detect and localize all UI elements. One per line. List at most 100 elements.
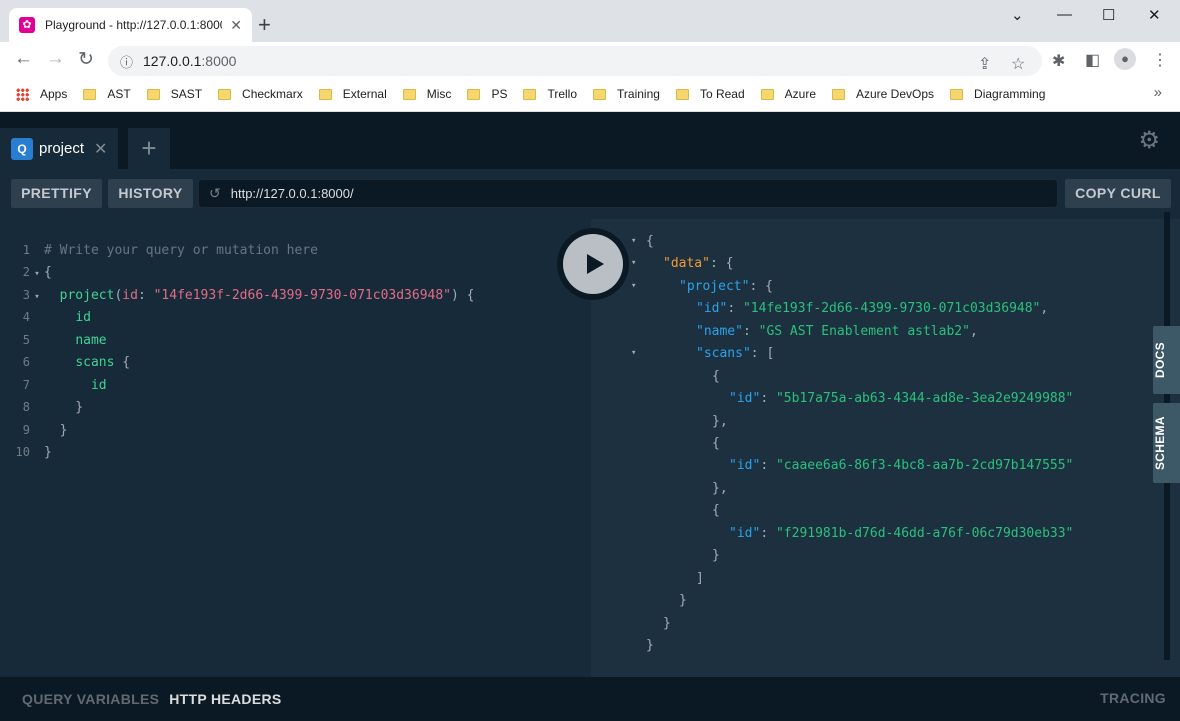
result-line: "id": "14fe193f-2d66-4399-9730-071c03d36… <box>696 301 1049 316</box>
editor-line: 6 scans { <box>22 355 131 370</box>
extensions-icon[interactable]: ✱ <box>1052 51 1065 71</box>
editor-line: 8 } <box>22 400 84 415</box>
editor-line: 4 id <box>22 310 91 325</box>
bookmark-folder[interactable]: External <box>318 87 387 101</box>
bookmark-folder[interactable]: Misc <box>402 87 451 101</box>
bookmark-apps[interactable]: Apps <box>16 87 67 101</box>
result-line: } <box>646 638 654 653</box>
result-line: } <box>663 616 671 631</box>
play-icon <box>587 254 604 274</box>
result-line: "id": "caaee6a6-86f3-4bc8-aa7b-2cd97b147… <box>729 458 1074 473</box>
playground-tab-label: project <box>39 140 85 157</box>
site-info-icon[interactable]: ⓘ <box>120 52 133 71</box>
docs-tab[interactable]: DOCS <box>1153 326 1180 394</box>
query-variables-tab[interactable]: QUERY VARIABLES <box>22 691 159 707</box>
editor-line: 2 ▾{ <box>0 261 591 283</box>
menu-kebab-icon[interactable]: ⋮ <box>1152 50 1168 70</box>
editor-line: 9 } <box>22 423 68 438</box>
browser-tab[interactable]: ✿ Playground - http://127.0.0.1:8000/ ✕ <box>9 8 252 42</box>
bookmark-folder[interactable]: Diagramming <box>950 87 1045 101</box>
folder-icon <box>593 88 607 100</box>
folder-icon <box>760 88 774 100</box>
endpoint-url: http://127.0.0.1:8000/ <box>230 186 354 201</box>
tab-strip: ✿ Playground - http://127.0.0.1:8000/ ✕ … <box>0 0 1180 42</box>
folder-icon <box>467 88 481 100</box>
history-button[interactable]: HISTORY <box>108 179 193 208</box>
bookmark-folder[interactable]: To Read <box>675 87 745 101</box>
result-line: { <box>712 436 720 451</box>
schema-tab[interactable]: SCHEMA <box>1153 403 1180 483</box>
reload-icon[interactable]: ↻ <box>78 48 94 71</box>
fold-toggle-icon[interactable]: ▾ <box>631 258 636 268</box>
folder-icon <box>675 88 689 100</box>
tab-search-icon[interactable]: ⌄ <box>1011 6 1024 24</box>
graphql-favicon-icon: ✿ <box>19 17 35 33</box>
back-icon[interactable]: ← <box>14 48 33 70</box>
tracing-tab[interactable]: TRACING <box>1100 690 1166 706</box>
bookmark-folder[interactable]: Checkmarx <box>218 87 303 101</box>
bookmark-star-icon[interactable]: ☆ <box>1011 54 1025 74</box>
result-line: "scans": [ <box>696 346 775 361</box>
playground-tab-project[interactable]: Q project ✕ <box>0 128 118 169</box>
bookmark-folder[interactable]: AST <box>83 87 131 101</box>
fold-toggle-icon: ▾ <box>34 292 40 302</box>
play-button-circle <box>563 234 623 294</box>
maximize-icon[interactable]: ☐ <box>1102 6 1115 24</box>
playground-tab-bar: Q project ✕ + ⚙ <box>0 112 1180 169</box>
gear-icon[interactable]: ⚙ <box>1138 126 1160 155</box>
add-tab-icon[interactable]: + <box>128 128 170 169</box>
bookmark-folder[interactable]: Azure <box>760 87 816 101</box>
more-bookmarks-icon[interactable]: » <box>1154 84 1162 101</box>
refresh-schema-icon[interactable]: ↺ <box>209 185 221 202</box>
editor-line: 5 name <box>22 333 107 348</box>
result-line: } <box>712 548 720 563</box>
fold-toggle-icon[interactable]: ▾ <box>631 281 636 291</box>
fold-toggle-icon[interactable]: ▾ <box>631 236 636 246</box>
new-tab-icon[interactable]: + <box>258 12 271 38</box>
folder-icon <box>950 88 964 100</box>
playground-toolbar: PRETTIFY HISTORY ↺ http://127.0.0.1:8000… <box>0 169 1180 219</box>
fold-toggle-icon: ▾ <box>34 269 40 279</box>
close-icon[interactable]: ✕ <box>94 139 107 159</box>
forward-icon[interactable]: → <box>46 48 65 70</box>
browser-chrome: ✿ Playground - http://127.0.0.1:8000/ ✕ … <box>0 0 1180 112</box>
result-line: "name": "GS AST Enablement astlab2", <box>696 324 978 339</box>
bookmark-folder[interactable]: PS <box>467 87 507 101</box>
query-badge-icon: Q <box>11 137 33 160</box>
result-line: }, <box>712 414 728 429</box>
prettify-button[interactable]: PRETTIFY <box>11 179 102 208</box>
execute-query-button[interactable] <box>557 228 629 300</box>
result-line: { <box>646 234 654 249</box>
bookmark-folder[interactable]: Trello <box>523 87 577 101</box>
copy-curl-button[interactable]: COPY CURL <box>1065 179 1171 208</box>
bookmark-folder[interactable]: SAST <box>146 87 202 101</box>
result-viewer[interactable]: ▾ ▾ ▾ ▾ { "data": { "project": { "id": "… <box>591 219 1180 677</box>
editor-line: 10 } <box>15 445 52 460</box>
folder-icon <box>832 88 845 100</box>
minimize-icon[interactable]: — <box>1057 6 1072 23</box>
fold-toggle-icon[interactable]: ▾ <box>631 348 636 358</box>
endpoint-input[interactable]: ↺ http://127.0.0.1:8000/ <box>198 179 1058 208</box>
folder-icon <box>402 88 416 100</box>
editor-line: 3 ▾ project(id: "14fe193f-2d66-4399-9730-… <box>0 284 591 306</box>
side-panel-icon[interactable]: ◧ <box>1085 50 1100 70</box>
browser-tab-title: Playground - http://127.0.0.1:8000/ <box>45 18 223 32</box>
http-headers-tab[interactable]: HTTP HEADERS <box>169 691 281 707</box>
bookmark-folder[interactable]: Azure DevOps <box>832 87 934 101</box>
bottom-panel-bar: QUERY VARIABLES HTTP HEADERS TRACING <box>0 677 1180 721</box>
close-window-icon[interactable]: ✕ <box>1148 6 1161 24</box>
bookmark-folder[interactable]: Training <box>593 87 660 101</box>
query-editor[interactable]: 1 # Write your query or mutation here 2 ▾… <box>0 219 591 677</box>
graphql-playground: Q project ✕ + ⚙ PRETTIFY HISTORY ↺ http:… <box>0 112 1180 721</box>
result-line: { <box>712 503 720 518</box>
result-line: } <box>679 593 687 608</box>
address-bar[interactable]: ⓘ 127.0.0.1:8000 ⇪ ☆ <box>108 46 1042 76</box>
close-tab-icon[interactable]: ✕ <box>230 17 242 34</box>
address-url: 127.0.0.1:8000 <box>143 53 237 69</box>
editor-line: 1 # Write your query or mutation here <box>22 243 318 258</box>
result-line: { <box>712 369 720 384</box>
folder-icon <box>523 88 537 100</box>
profile-avatar-icon[interactable]: ● <box>1114 48 1136 70</box>
share-icon[interactable]: ⇪ <box>978 54 991 74</box>
folder-icon <box>146 88 160 100</box>
